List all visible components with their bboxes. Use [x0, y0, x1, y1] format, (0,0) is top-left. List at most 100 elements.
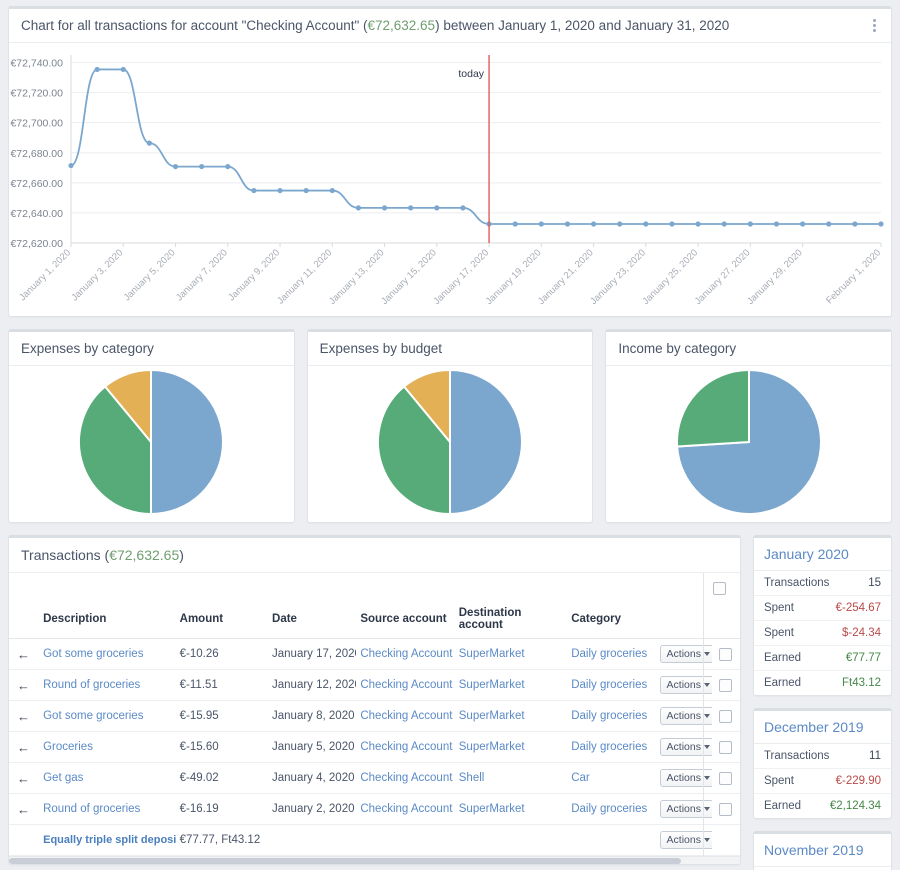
- chevron-down-icon: [704, 776, 710, 780]
- destination-account-link[interactable]: SuperMarket: [459, 710, 525, 722]
- pie-slice[interactable]: [677, 370, 749, 447]
- month-summary-row: Spent$-24.34: [754, 621, 891, 646]
- destination-account-link[interactable]: SuperMarket: [459, 679, 525, 691]
- svg-text:January 15, 2020: January 15, 2020: [379, 247, 439, 307]
- transaction-description-link[interactable]: Round of groceries: [43, 679, 140, 691]
- cell-destination-account: SuperMarket: [455, 639, 567, 670]
- transactions-body: ←Got some groceries€-10.26January 17, 20…: [9, 639, 740, 862]
- cell-category: Daily groceries: [567, 670, 655, 701]
- line-chart-svg: €72,620.00€72,640.00€72,660.00€72,680.00…: [9, 43, 889, 315]
- source-account-link[interactable]: Checking Account: [360, 648, 452, 660]
- transaction-description-link[interactable]: Groceries: [43, 741, 93, 753]
- cell-destination-account: [455, 825, 567, 856]
- month-summary-title[interactable]: November 2019: [754, 834, 891, 867]
- month-summary-card: December 2019Transactions11Spent€-229.90…: [753, 708, 892, 819]
- destination-account-link[interactable]: SuperMarket: [459, 648, 525, 660]
- pie-svg-income-category: [673, 368, 825, 516]
- month-summary-title[interactable]: December 2019: [754, 711, 891, 744]
- table-row[interactable]: ←Got some groceries€-10.26January 17, 20…: [9, 639, 740, 670]
- table-row[interactable]: Equally triple split deposit€77.77, Ft43…: [9, 825, 740, 856]
- month-summary-title[interactable]: January 2020: [754, 538, 891, 571]
- source-account-link[interactable]: Checking Account: [360, 710, 452, 722]
- source-account-link[interactable]: Checking Account: [360, 741, 452, 753]
- summary-value: $-24.34: [842, 627, 881, 639]
- category-link[interactable]: Daily groceries: [571, 679, 647, 691]
- svg-text:€72,660.00: €72,660.00: [10, 178, 63, 190]
- row-checkbox[interactable]: [719, 710, 732, 723]
- transaction-description-link[interactable]: Round of groceries: [43, 803, 140, 815]
- svg-text:January 19, 2020: January 19, 2020: [484, 247, 544, 307]
- cell-checkbox: [712, 794, 740, 825]
- category-link[interactable]: Daily groceries: [571, 741, 647, 753]
- withdrawal-arrow-icon: ←: [9, 670, 39, 701]
- destination-account-link[interactable]: SuperMarket: [459, 803, 525, 815]
- category-link[interactable]: Car: [571, 772, 590, 784]
- cell-date: January 2, 2020: [268, 794, 356, 825]
- cell-destination-account: SuperMarket: [455, 701, 567, 732]
- balance-chart-card: Chart for all transactions for account "…: [8, 6, 892, 317]
- cell-checkbox: [712, 639, 740, 670]
- source-account-link[interactable]: Checking Account: [360, 803, 452, 815]
- svg-text:January 1, 2020: January 1, 2020: [17, 247, 73, 303]
- scrollbar-thumb[interactable]: [9, 858, 681, 864]
- row-checkbox[interactable]: [719, 679, 732, 692]
- source-account-link[interactable]: Checking Account: [360, 679, 452, 691]
- transaction-description-link[interactable]: Got some groceries: [43, 648, 143, 660]
- destination-account-link[interactable]: SuperMarket: [459, 741, 525, 753]
- bottom-section: Transactions (€72,632.65) Description Am…: [8, 535, 892, 870]
- svg-text:€72,720.00: €72,720.00: [10, 88, 63, 100]
- row-checkbox[interactable]: [719, 772, 732, 785]
- table-header-row: Description Amount Date Source account D…: [9, 603, 740, 639]
- cell-source-account: Checking Account: [356, 701, 454, 732]
- select-all-checkbox[interactable]: [713, 582, 726, 595]
- row-checkbox[interactable]: [719, 741, 732, 754]
- horizontal-scrollbar[interactable]: [9, 856, 740, 864]
- category-link[interactable]: Daily groceries: [571, 710, 647, 722]
- table-row[interactable]: ←Groceries€-15.60January 5, 2020Checking…: [9, 732, 740, 763]
- cell-description: Round of groceries: [39, 670, 176, 701]
- cell-amount: €-16.19: [176, 794, 268, 825]
- category-link[interactable]: Daily groceries: [571, 648, 647, 660]
- table-row[interactable]: ←Round of groceries€-11.51January 12, 20…: [9, 670, 740, 701]
- table-row[interactable]: ←Get gas€-49.02January 4, 2020Checking A…: [9, 763, 740, 794]
- transactions-table: Description Amount Date Source account D…: [9, 603, 740, 861]
- svg-text:January 3, 2020: January 3, 2020: [69, 247, 125, 303]
- expenses-by-budget-plot: [308, 366, 593, 518]
- source-account-link[interactable]: Checking Account: [360, 772, 452, 784]
- transaction-description-link[interactable]: Get gas: [43, 772, 83, 784]
- income-by-category-title: Income by category: [606, 332, 891, 366]
- transaction-description-link[interactable]: Equally triple split deposit: [43, 834, 176, 846]
- cell-source-account: Checking Account: [356, 670, 454, 701]
- svg-text:January 29, 2020: January 29, 2020: [745, 247, 805, 307]
- pie-charts-row: Expenses by category Expenses by budget …: [8, 329, 892, 523]
- cell-amount: €-49.02: [176, 763, 268, 794]
- kebab-menu-icon[interactable]: [867, 18, 881, 34]
- chevron-down-icon: [704, 745, 710, 749]
- cell-category: Daily groceries: [567, 794, 655, 825]
- table-row[interactable]: ←Round of groceries€-16.19January 2, 202…: [9, 794, 740, 825]
- svg-text:January 11, 2020: January 11, 2020: [275, 247, 334, 306]
- income-by-category-card: Income by category: [605, 329, 892, 523]
- chart-title-suffix: ) between January 1, 2020 and January 31…: [435, 18, 729, 33]
- row-checkbox[interactable]: [719, 803, 732, 816]
- pie-svg-expenses-category: [75, 368, 227, 516]
- monthly-summary-sidebar: January 2020Transactions15Spent€-254.67S…: [753, 535, 892, 870]
- table-row[interactable]: ←Got some groceries€-15.95January 8, 202…: [9, 701, 740, 732]
- cell-description: Groceries: [39, 732, 176, 763]
- summary-value: 15: [868, 577, 881, 589]
- transaction-description-link[interactable]: Got some groceries: [43, 710, 143, 722]
- col-checkbox: [712, 603, 740, 639]
- col-destination-account: Destination account: [455, 603, 567, 639]
- pie-slice[interactable]: [151, 370, 223, 514]
- cell-description: Got some groceries: [39, 639, 176, 670]
- svg-text:January 7, 2020: January 7, 2020: [174, 247, 230, 303]
- category-link[interactable]: Daily groceries: [571, 803, 647, 815]
- col-source-account: Source account: [356, 603, 454, 639]
- cell-date: January 17, 2020: [268, 639, 356, 670]
- svg-text:today: today: [458, 68, 484, 80]
- cell-destination-account: Shell: [455, 763, 567, 794]
- destination-account-link[interactable]: Shell: [459, 772, 485, 784]
- pie-slice[interactable]: [450, 370, 522, 514]
- chevron-down-icon: [704, 807, 710, 811]
- row-checkbox[interactable]: [719, 648, 732, 661]
